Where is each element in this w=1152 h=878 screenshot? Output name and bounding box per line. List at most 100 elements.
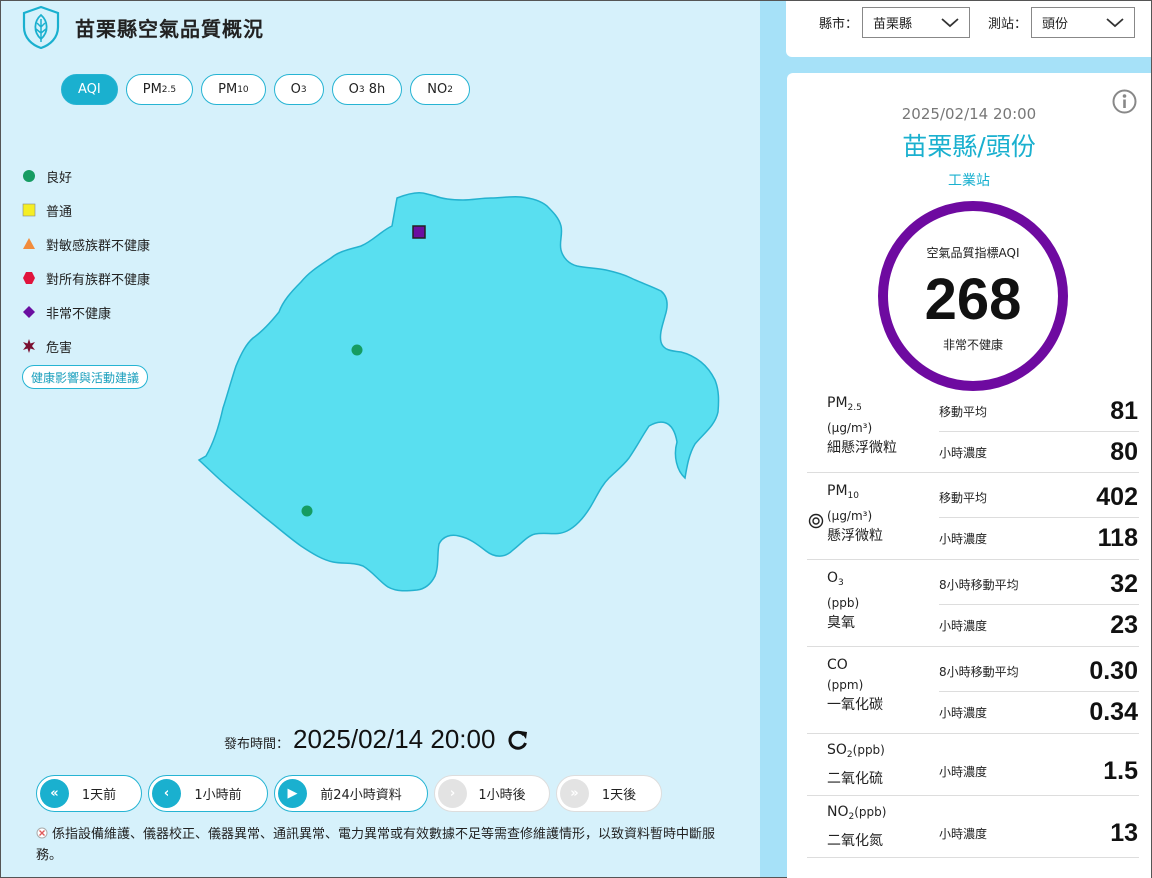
map-station-marker-toufen[interactable] — [412, 225, 426, 239]
publish-label: 發布時間： — [224, 737, 290, 752]
pollutant-measure: 小時濃度 13 — [939, 813, 1139, 854]
time-navigation: « 1天前 ‹ 1小時前 ▶ 前24小時資料 › 1小時後 » 1天後 — [36, 775, 662, 812]
measure-label: 移動平均 — [939, 404, 988, 419]
pollutant-measure: 小時濃度 118 — [939, 518, 1139, 559]
tab-no2[interactable]: NO 2 — [410, 74, 470, 105]
pollutant-name: PM10 (μg/m³) 懸浮微粒 — [827, 481, 883, 546]
station-select[interactable]: 頭份 — [1031, 7, 1136, 38]
tab-aqi[interactable]: AQI — [61, 74, 118, 105]
measure-label: 8小時移動平均 — [939, 577, 1019, 592]
measure-label: 小時濃度 — [939, 619, 988, 633]
legend-label: 非常不健康 — [46, 306, 112, 322]
pollutant-measure: 小時濃度 1.5 — [939, 751, 1139, 792]
legend-square-icon — [22, 203, 36, 217]
station-type: 工業站 — [948, 173, 990, 189]
pollutant-desc: 一氧化碳 — [827, 697, 883, 713]
next-day-button[interactable]: » 1天後 — [556, 775, 662, 812]
station-select-value: 頭份 — [1042, 17, 1069, 32]
nav-arrow-icon: ‹ — [152, 779, 181, 808]
pollutant-name: CO (ppm) 一氧化碳 — [827, 655, 883, 715]
tab-label: O — [290, 82, 301, 97]
maintenance-icon — [36, 827, 48, 839]
pollutant-unit: (ppb) — [827, 596, 860, 610]
main-pollutant-icon — [808, 513, 824, 529]
pollutant-unit: (ppb) — [854, 805, 887, 819]
map-station-marker-sanyi[interactable] — [301, 505, 313, 517]
county-select[interactable]: 苗栗縣 — [862, 7, 971, 38]
legend-star-icon — [22, 339, 36, 353]
pollutant-row: PM10 (μg/m³) 懸浮微粒 移動平均 402 小時濃度 118 — [807, 473, 1139, 560]
measure-label: 小時濃度 — [939, 827, 988, 841]
tab-pm2-5[interactable]: PM 2.5 — [125, 74, 194, 105]
publish-time-bar: 發布時間： 2025/02/14 20:00 — [224, 724, 529, 755]
county-label: 縣市： — [819, 17, 859, 32]
pollutant-symbol: CO — [827, 657, 848, 673]
prev-hour-button[interactable]: ‹ 1小時前 — [148, 775, 268, 812]
measure-value: 13 — [1110, 819, 1138, 847]
refresh-icon[interactable] — [507, 729, 529, 751]
map-station-marker-miaoli[interactable] — [351, 344, 363, 356]
pollutant-measure: 移動平均 402 — [939, 477, 1139, 518]
county-selector-group: 縣市： 苗栗縣 — [819, 7, 971, 38]
pollutant-desc: 懸浮微粒 — [827, 528, 883, 544]
pollutant-name: NO2(ppb) 二氧化氮 — [827, 802, 886, 851]
pollutant-subscript: 10 — [847, 491, 859, 501]
measure-value: 32 — [1110, 569, 1138, 598]
legend-hexagon-icon — [22, 271, 36, 285]
tab-label: AQI — [78, 82, 101, 97]
prev-day-button[interactable]: « 1天前 — [36, 775, 142, 812]
tab-label: PM — [142, 82, 162, 97]
legend-item: 非常不健康 — [22, 295, 150, 329]
legend-item: 危害 — [22, 329, 150, 363]
legend-label: 普通 — [46, 204, 73, 220]
aqi-ring: 空氣品質指標AQI 268 非常不健康 — [878, 201, 1068, 391]
pollutant-measure: 小時濃度 23 — [939, 605, 1139, 646]
publish-time: 2025/02/14 20:00 — [293, 724, 496, 754]
pollutant-unit: (μg/m³) — [827, 421, 873, 435]
pollutant-symbol: O — [827, 570, 839, 586]
nav-label: 前24小時資料 — [320, 788, 402, 803]
nav-arrow-icon: › — [438, 779, 467, 808]
measure-value: 0.34 — [1089, 698, 1138, 726]
pollutant-row: PM2.5 (μg/m³) 細懸浮微粒 移動平均 81 小時濃度 80 — [807, 395, 1139, 473]
station-card: 2025/02/14 20:00 苗栗縣/頭份 工業站 空氣品質指標AQI 26… — [787, 73, 1151, 878]
legend-circle-icon — [22, 169, 36, 183]
county-map[interactable] — [191, 186, 721, 606]
pollutant-subscript: 2.5 — [847, 403, 862, 413]
measure-value: 0.30 — [1089, 656, 1138, 685]
aqi-status: 非常不健康 — [942, 338, 1003, 352]
pollutant-row: SO2(ppb) 二氧化硫 小時濃度 1.5 — [807, 734, 1139, 796]
pollutant-measure: 8小時移動平均 0.30 — [939, 651, 1139, 692]
map-panel: 苗栗縣空氣品質概況 AQI PM 2.5 PM 10 O 3 O 3 8h NO 2 良好普通對敏感… — [1, 1, 760, 877]
pollutant-unit: (ppb) — [852, 743, 885, 757]
brand: 苗栗縣空氣品質概況 — [21, 5, 264, 49]
tab-o3[interactable]: O3 — [273, 74, 324, 105]
pollutant-unit: (ppm) — [827, 678, 864, 692]
pollutant-tabs: AQI PM 2.5 PM 10 O 3 O 3 8h NO 2 — [61, 74, 470, 105]
nav-label: 1天前 — [81, 788, 117, 803]
play-24h-button[interactable]: ▶ 前24小時資料 — [274, 775, 428, 812]
station-label: 測站： — [988, 17, 1028, 32]
pollutant-table: PM2.5 (μg/m³) 細懸浮微粒 移動平均 81 小時濃度 80 PM10 (μg/m³)… — [807, 395, 1139, 858]
measure-label: 小時濃度 — [939, 765, 988, 779]
next-hour-button[interactable]: › 1小時後 — [434, 775, 550, 812]
pollutant-measure: 小時濃度 0.34 — [939, 692, 1139, 733]
measure-label: 移動平均 — [939, 490, 988, 505]
measure-value: 402 — [1096, 482, 1138, 511]
tab-pm10[interactable]: PM 10 — [201, 74, 266, 105]
county-map-shape[interactable] — [197, 192, 720, 592]
legend: 良好普通對敏感族群不健康 對所有族群不健康 非常不健康危害 — [22, 159, 150, 363]
tab-o3-8h[interactable]: O3 8h — [331, 74, 403, 105]
selector-card: 縣市： 苗栗縣 測站： 頭份 — [786, 1, 1151, 57]
health-advice-button[interactable]: 健康影響與活動建議 — [22, 365, 149, 389]
tab-label: NO — [427, 82, 448, 97]
pollutant-name: SO2(ppb) 二氧化硫 — [827, 740, 885, 789]
legend-item: 良好 — [22, 159, 150, 193]
measure-label: 小時濃度 — [939, 446, 988, 460]
panel-divider — [760, 1, 786, 877]
legend-label: 對敏感族群不健康 — [46, 238, 151, 254]
legend-label: 危害 — [46, 340, 73, 356]
legend-label: 對所有族群不健康 — [46, 272, 151, 288]
pollutant-measure: 小時濃度 80 — [939, 432, 1139, 473]
chevron-down-icon — [941, 17, 959, 27]
